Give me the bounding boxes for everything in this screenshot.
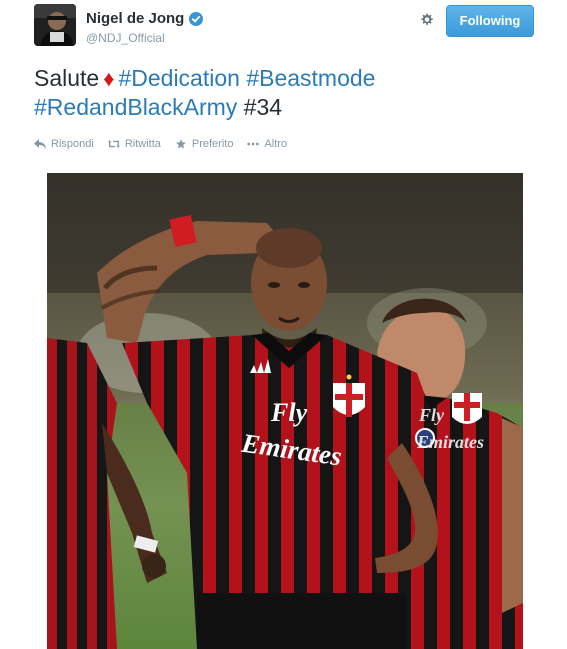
retweet-label: Ritwitta — [124, 138, 161, 150]
more-label: Altro — [264, 138, 288, 150]
favorite-action[interactable]: Preferito — [175, 138, 234, 150]
tweet-word: Salute — [34, 65, 100, 91]
right-player-sponsor-1: Fly — [418, 405, 445, 425]
avatar[interactable] — [34, 4, 76, 46]
user-handle[interactable]: @NDJ_Official — [86, 31, 165, 45]
favorite-label: Preferito — [191, 138, 234, 150]
following-button[interactable]: Following — [446, 5, 534, 37]
red-diamond-icon: ♦ — [103, 66, 115, 91]
tweet-photo[interactable]: Fly Emirates Fly Emirates — [47, 173, 523, 649]
hashtag-redandblackarmy[interactable]: #RedandBlackArmy — [34, 94, 237, 120]
reply-action[interactable]: Rispondi — [34, 138, 94, 150]
more-action[interactable]: Altro — [247, 138, 287, 150]
tweet-actions: Rispondi Ritwitta Preferito Altro — [34, 138, 287, 150]
hashtag-dedication[interactable]: #Dedication — [118, 65, 239, 91]
tweet-card: Nigel de Jong @NDJ_Official Following Sa… — [0, 0, 567, 649]
reply-label: Rispondi — [51, 138, 94, 150]
star-icon — [175, 139, 186, 149]
right-player-sponsor-2: Emirates — [416, 432, 484, 452]
user-name[interactable]: Nigel de Jong — [86, 10, 184, 27]
tweet-number: #34 — [243, 94, 283, 120]
retweet-icon — [107, 140, 120, 148]
retweet-action[interactable]: Ritwitta — [107, 138, 161, 150]
reply-icon — [34, 139, 46, 149]
football-photo: Fly Emirates Fly Emirates — [47, 173, 523, 649]
more-dots-icon — [247, 142, 260, 146]
tweet-text: Salute ♦ #Dedication #Beastmode #RedandBla… — [34, 64, 534, 122]
hashtag-beastmode[interactable]: #Beastmode — [246, 65, 375, 91]
verified-badge-icon — [189, 11, 204, 26]
name-row: Nigel de Jong — [86, 10, 204, 27]
gear-icon[interactable] — [419, 12, 434, 27]
shirt-sponsor-line-1: Fly — [270, 398, 308, 427]
